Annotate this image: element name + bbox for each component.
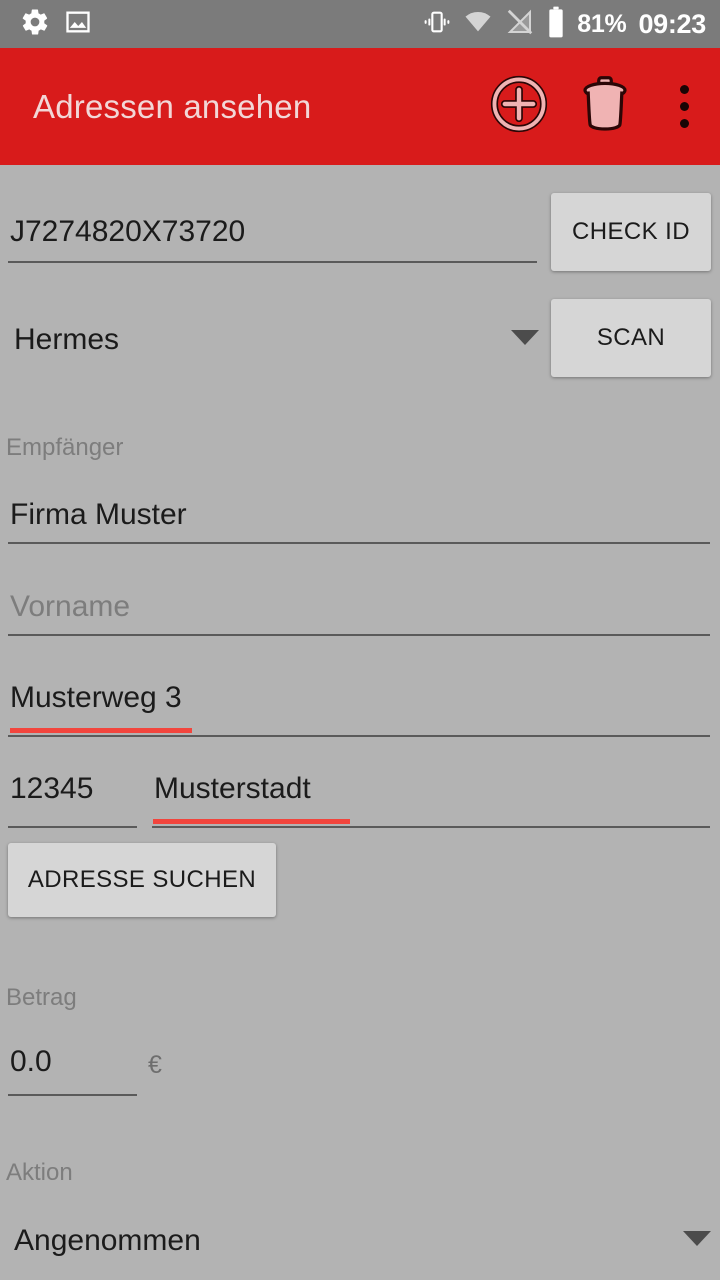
action-label: Aktion (6, 1159, 73, 1186)
add-button[interactable] (476, 48, 562, 165)
company-input[interactable]: Firma Muster (10, 500, 187, 530)
city-spellcheck-underline (153, 819, 350, 824)
company-underline (8, 542, 710, 544)
battery-percent: 81% (577, 9, 627, 38)
overflow-menu-button[interactable] (648, 48, 720, 165)
first-name-input[interactable]: Vorname (10, 592, 130, 622)
wifi-icon (463, 7, 493, 42)
street-input[interactable]: Musterweg 3 (10, 683, 182, 713)
city-underline (152, 826, 710, 828)
app-bar-actions (476, 48, 720, 165)
delete-button[interactable] (562, 48, 648, 165)
check-id-button[interactable]: CHECK ID (551, 193, 711, 271)
action-select[interactable]: Angenommen (14, 1226, 201, 1256)
amount-input[interactable]: 0.0 (10, 1047, 52, 1077)
search-address-button[interactable]: ADRESSE SUCHEN (8, 843, 276, 917)
postal-code-underline (8, 826, 137, 828)
chevron-down-icon[interactable] (511, 330, 539, 345)
street-spellcheck-underline (10, 728, 192, 733)
clock: 09:23 (638, 8, 706, 39)
vibrate-icon (423, 8, 451, 41)
no-signal-icon (505, 7, 535, 42)
tracking-id-row: J7274820X73720 CHECK ID (0, 165, 720, 275)
tracking-id-underline (8, 261, 537, 263)
street-row: Musterweg 3 (0, 662, 720, 752)
city-input[interactable]: Musterstadt (154, 774, 311, 804)
status-bar-right-icons: 81% 09:23 (423, 6, 706, 43)
amount-row: 0.0 € (0, 1025, 720, 1115)
amount-label: Betrag (6, 984, 77, 1011)
overflow-menu-icon (679, 85, 689, 128)
status-bar-left-icons (20, 7, 92, 42)
postal-city-row: 12345 Musterstadt (0, 753, 720, 843)
page-title: Adressen ansehen (33, 87, 312, 125)
form-content: J7274820X73720 CHECK ID Hermes SCAN Empf… (0, 165, 720, 1280)
chevron-down-icon-action[interactable] (683, 1231, 711, 1246)
status-bar: 81% 09:23 (0, 0, 720, 48)
gear-icon (20, 7, 50, 42)
delete-icon (577, 74, 633, 139)
recipient-label: Empfänger (6, 434, 124, 461)
add-icon (488, 73, 550, 140)
app-bar: Adressen ansehen (0, 48, 720, 165)
street-underline (8, 735, 710, 737)
company-row: Firma Muster (0, 480, 720, 570)
tracking-id-input[interactable]: J7274820X73720 (10, 217, 245, 247)
first-name-row: Vorname (0, 571, 720, 661)
battery-icon (547, 6, 565, 43)
first-name-underline (8, 634, 710, 636)
amount-underline (8, 1094, 137, 1096)
action-row: Angenommen (0, 1200, 720, 1280)
scan-button[interactable]: SCAN (551, 299, 711, 377)
currency-symbol: € (148, 1051, 162, 1079)
carrier-row: Hermes SCAN (0, 275, 720, 385)
image-icon (64, 8, 92, 41)
carrier-select[interactable]: Hermes (14, 325, 119, 355)
postal-code-input[interactable]: 12345 (10, 774, 93, 804)
